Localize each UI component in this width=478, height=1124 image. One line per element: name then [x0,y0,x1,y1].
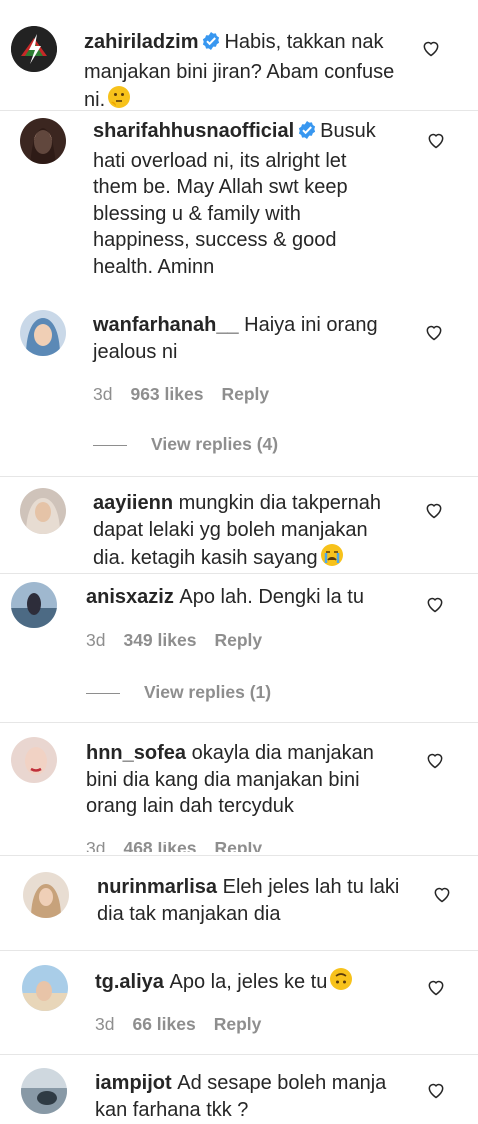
avatar[interactable] [20,310,66,356]
timestamp: 3d [93,384,113,404]
divider [0,855,478,856]
avatar[interactable] [11,26,57,72]
like-heart-icon[interactable] [432,884,452,904]
avatar[interactable] [20,118,66,164]
divider [0,1054,478,1055]
divider [0,110,478,111]
like-heart-icon[interactable] [425,594,445,614]
comment-body: Busuk hati overload ni, its alright let … [93,120,376,278]
upside-down-face-emoji-icon [329,967,353,999]
timestamp: 3d [86,630,106,650]
reply-button[interactable]: Reply [214,630,262,650]
avatar[interactable] [11,582,57,628]
avatar[interactable] [22,965,68,1011]
comment-text: anisxaziz Apo lah. Dengki la tu [86,584,386,611]
comment-body: Apo lah. Dengki la tu [179,586,364,608]
replies-line [93,444,127,446]
comment-text: sharifahhusnaofficial Busuk hati overload… [93,118,383,280]
comment-text: tg.aliya Apo la, jeles ke tu [95,967,415,999]
avatar[interactable] [21,1068,67,1114]
timestamp: 3d [86,842,106,852]
username[interactable]: zahiriladzim [84,31,198,53]
avatar[interactable] [23,872,69,918]
comment-meta: 3d 349 likes Reply [86,630,280,651]
username[interactable]: nurinmarlisa [97,876,217,898]
divider [0,573,478,574]
like-count[interactable]: 963 likes [130,384,203,404]
timestamp: 3d [95,1014,115,1034]
username[interactable]: sharifahhusnaofficial [93,120,294,142]
replies-line [86,692,120,694]
like-count[interactable]: 468 likes [123,842,196,852]
like-count[interactable]: 66 likes [132,1014,195,1034]
username[interactable]: wanfarhanah__ [93,314,239,336]
divider [0,950,478,951]
like-heart-icon[interactable] [426,977,446,997]
like-heart-icon[interactable] [426,130,446,150]
thinking-emoji-icon [107,85,131,117]
avatar[interactable] [11,737,57,783]
verified-badge-icon [297,120,317,148]
crying-emoji-icon [320,543,344,575]
view-replies-label: View replies (1) [144,682,272,702]
reply-button[interactable]: Reply [221,384,269,404]
comment-text: iampijot Ad sesape boleh manja kan farha… [95,1070,405,1123]
comment-meta: 3d 66 likes Reply [95,1014,279,1035]
reply-button[interactable]: Reply [214,1014,262,1034]
comment-meta: 3d 468 likes Reply [86,842,280,852]
reply-button[interactable]: Reply [214,842,262,852]
username[interactable]: iampijot [95,1072,172,1094]
clipped-meta-strip: 3d 468 likes Reply [0,842,478,852]
comment-text: wanfarhanah__ Haiya ini orang jealous ni [93,312,393,365]
divider [0,722,478,723]
comment-meta: 3d 963 likes Reply [93,384,287,405]
divider [0,476,478,477]
comment-text: hnn_sofea okayla dia manjakan bini dia k… [86,740,386,820]
avatar[interactable] [20,488,66,534]
comment-text: zahiriladzim Habis, takkan nak manjakan b… [84,29,404,117]
comment-body: Apo la, jeles ke tu [169,971,328,993]
view-replies-button[interactable]: View replies (4) [93,434,278,455]
username[interactable]: tg.aliya [95,971,164,993]
view-replies-label: View replies (4) [151,434,279,454]
like-heart-icon[interactable] [421,38,441,58]
like-heart-icon[interactable] [425,750,445,770]
like-count[interactable]: 349 likes [123,630,196,650]
username[interactable]: anisxaziz [86,586,174,608]
verified-badge-icon [201,31,221,59]
like-heart-icon[interactable] [426,1080,446,1100]
username[interactable]: aayiienn [93,492,173,514]
comment-text: aayiienn mungkin dia takpernah dapat lel… [93,490,393,575]
username[interactable]: hnn_sofea [86,742,186,764]
comment-text: nurinmarlisa Eleh jeles lah tu laki dia … [97,874,407,927]
view-replies-button[interactable]: View replies (1) [86,682,271,703]
like-heart-icon[interactable] [424,500,444,520]
like-heart-icon[interactable] [424,322,444,342]
